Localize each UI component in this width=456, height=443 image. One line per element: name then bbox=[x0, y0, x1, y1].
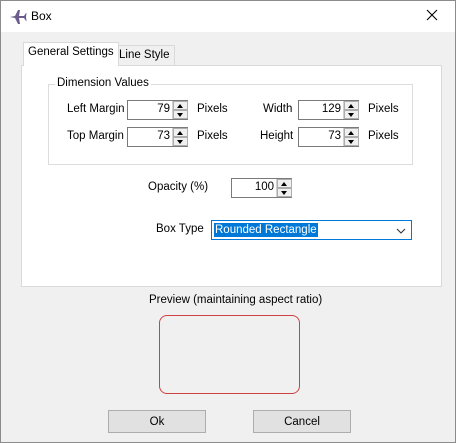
preview-rounded-rectangle bbox=[159, 315, 300, 394]
left-margin-unit: Pixels bbox=[197, 103, 228, 115]
top-margin-label: Top Margin bbox=[67, 130, 124, 142]
spin-up-button[interactable] bbox=[173, 128, 188, 137]
left-margin-stepper[interactable]: 79 bbox=[127, 100, 188, 120]
spin-down-button[interactable] bbox=[173, 110, 188, 119]
opacity-stepper[interactable]: 100 bbox=[231, 178, 292, 198]
opacity-value: 100 bbox=[254, 181, 274, 193]
left-margin-label: Left Margin bbox=[67, 103, 125, 115]
width-stepper[interactable]: 129 bbox=[298, 100, 359, 120]
general-settings-panel: Dimension Values Left Margin 79 Pixels T… bbox=[21, 65, 442, 287]
height-value: 73 bbox=[328, 130, 341, 142]
tab-line-style[interactable]: Line Style bbox=[114, 45, 175, 67]
top-margin-unit: Pixels bbox=[197, 130, 228, 142]
group-legend: Dimension Values bbox=[55, 77, 151, 89]
chevron-down-icon bbox=[396, 226, 406, 234]
tab-general-settings[interactable]: General Settings bbox=[23, 42, 119, 66]
width-label: Width bbox=[263, 103, 293, 115]
close-icon bbox=[426, 9, 438, 24]
width-unit: Pixels bbox=[368, 103, 399, 115]
box-type-label: Box Type bbox=[156, 223, 204, 235]
top-margin-value: 73 bbox=[157, 130, 170, 142]
spin-up-button[interactable] bbox=[344, 101, 359, 110]
dialog-window: Box General Settings Line Style Dimensio… bbox=[0, 0, 456, 443]
width-value: 129 bbox=[321, 103, 341, 115]
spin-down-button[interactable] bbox=[344, 137, 359, 146]
height-stepper[interactable]: 73 bbox=[298, 127, 359, 147]
cancel-button[interactable]: Cancel bbox=[253, 410, 351, 433]
window-title: Box bbox=[31, 9, 52, 23]
top-margin-stepper[interactable]: 73 bbox=[127, 127, 188, 147]
airplane-icon bbox=[9, 8, 27, 26]
dimension-values-group: Dimension Values bbox=[48, 77, 413, 165]
spin-down-button[interactable] bbox=[344, 110, 359, 119]
height-label: Height bbox=[260, 130, 294, 142]
ok-button[interactable]: Ok bbox=[108, 410, 206, 433]
close-button[interactable] bbox=[409, 1, 455, 32]
height-unit: Pixels bbox=[368, 130, 399, 142]
left-margin-value: 79 bbox=[157, 103, 170, 115]
title-bar: Box bbox=[1, 1, 455, 32]
spin-up-button[interactable] bbox=[344, 128, 359, 137]
box-type-value: Rounded Rectangle bbox=[214, 223, 318, 237]
spin-up-button[interactable] bbox=[173, 101, 188, 110]
box-type-select[interactable]: Rounded Rectangle bbox=[211, 220, 412, 240]
spin-up-button[interactable] bbox=[277, 179, 292, 188]
opacity-label: Opacity (%) bbox=[148, 181, 209, 193]
preview-label: Preview (maintaining aspect ratio) bbox=[149, 294, 323, 306]
spin-down-button[interactable] bbox=[277, 188, 292, 197]
spin-down-button[interactable] bbox=[173, 137, 188, 146]
